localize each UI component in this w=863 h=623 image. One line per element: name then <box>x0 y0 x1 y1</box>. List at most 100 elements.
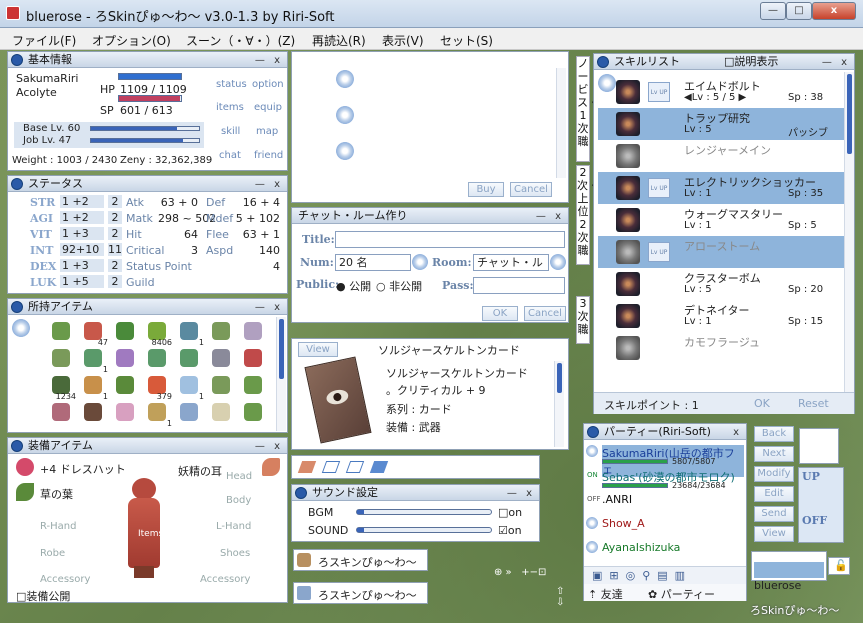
inventory-item[interactable]: 1 <box>178 375 204 401</box>
party-toolbar-icons[interactable]: ▣ ⊞ ◎ ⚲ ▤ ▥ <box>592 569 685 582</box>
link-option[interactable]: option <box>252 79 284 90</box>
link-equip[interactable]: equip <box>254 102 282 113</box>
panel-header[interactable]: チャット・ルーム作り — x <box>292 208 568 224</box>
tab-friends[interactable]: ⇡ 友達 <box>588 586 623 602</box>
window-controls[interactable]: — x <box>255 53 283 68</box>
equip-public-checkbox[interactable]: □装備公開 <box>16 588 70 604</box>
inventory-item[interactable] <box>50 402 72 424</box>
skill-row[interactable]: ウォーグマスタリー Lv : 1 Sp : 5 <box>598 204 848 236</box>
inventory-item[interactable] <box>210 375 232 397</box>
close-button[interactable]: x <box>812 2 856 20</box>
scroll-arrows[interactable]: ⇧ ⇩ <box>556 586 564 608</box>
card-slot-icon[interactable] <box>321 461 341 473</box>
stat-points[interactable]: 2 <box>108 275 122 288</box>
skin-button-2[interactable]: ろスキンぴゅ～わ～ <box>293 582 428 604</box>
inventory-item[interactable]: 1 <box>82 375 108 401</box>
bgm-slider[interactable] <box>356 509 492 515</box>
room-dropdown-icon[interactable] <box>550 254 566 270</box>
skill-row[interactable]: レンジャーメイン <box>598 140 848 172</box>
link-status[interactable]: status <box>216 79 247 90</box>
slot-body[interactable]: Body <box>226 495 251 506</box>
private-radio[interactable]: ○ 非公開 <box>376 278 422 294</box>
panel-header[interactable]: 基本情報 — x <box>8 52 287 68</box>
link-items[interactable]: items <box>216 102 244 113</box>
menu-reload[interactable]: 再読込(R) <box>312 32 366 49</box>
skill-reset-button[interactable]: Reset <box>798 397 829 410</box>
skill-row[interactable]: Lv UP アローストーム <box>598 236 848 268</box>
inventory-item[interactable] <box>50 321 72 343</box>
num-dropdown-icon[interactable] <box>412 254 428 270</box>
view-tab[interactable]: View <box>298 342 338 357</box>
inventory-item[interactable] <box>178 348 200 370</box>
password-input[interactable] <box>473 277 565 294</box>
party-member[interactable]: SakumaRiri(山岳の都市フェ 5807/5807 <box>584 444 744 477</box>
lv-up-button[interactable]: Lv UP <box>648 82 670 102</box>
inventory-item[interactable]: 8406 <box>146 321 172 347</box>
view-button[interactable]: View <box>754 526 794 542</box>
equip-head-mid[interactable]: 妖精の耳 <box>178 463 222 479</box>
room-select[interactable]: チャット・ルーム <box>473 254 549 271</box>
lv-up-button[interactable]: Lv UP <box>648 242 670 262</box>
menu-soon[interactable]: スーン（・∀・）(Z) <box>186 32 295 49</box>
skin-button-1[interactable]: ろスキンぴゅ～わ～ <box>293 549 428 571</box>
stat-points[interactable]: 11 <box>108 243 122 256</box>
maximize-button[interactable]: □ <box>786 2 812 20</box>
off-label[interactable]: OFF <box>802 514 827 527</box>
skill-ok-button[interactable]: OK <box>754 397 770 410</box>
inventory-scrollbar[interactable] <box>276 317 286 431</box>
party-member[interactable]: ON Sebas'(砂漠の都市モロク) 23684/23684 <box>584 468 744 492</box>
slot-r-hand[interactable]: R-Hand <box>40 521 76 532</box>
window-controls[interactable]: — x <box>822 55 850 70</box>
inventory-item[interactable] <box>114 321 136 343</box>
back-button[interactable]: Back <box>754 426 794 442</box>
skill-row[interactable]: トラップ研究 Lv : 5 パッシブ <box>598 108 848 140</box>
stat-points[interactable]: 2 <box>108 195 122 208</box>
inventory-item[interactable] <box>114 348 136 370</box>
inventory-item[interactable]: 1234 <box>50 375 76 401</box>
inventory-item[interactable] <box>82 402 104 424</box>
inventory-item[interactable] <box>242 402 264 424</box>
panel-header[interactable]: サウンド設定 — x <box>292 485 539 501</box>
inventory-item[interactable]: 47 <box>82 321 108 347</box>
inventory-item[interactable]: 379 <box>146 375 172 401</box>
link-map[interactable]: map <box>256 126 278 137</box>
skill-row[interactable]: Lv UP エレクトリックショッカー Lv : 1 Sp : 35 <box>598 172 848 204</box>
menu-view[interactable]: 表示(V) <box>382 32 424 49</box>
card-slot-icon[interactable] <box>369 461 389 473</box>
stat-points[interactable]: 2 <box>108 211 122 224</box>
menu-option[interactable]: オプション(O) <box>92 32 171 49</box>
skill-row[interactable]: Lv UP エイムドボルト ◀Lv : 5 / 5 ▶ Sp : 38 <box>598 76 848 108</box>
window-controls[interactable]: — x <box>536 209 564 224</box>
chat-cancel-button[interactable]: Cancel <box>524 306 566 321</box>
equip-ear-icon[interactable] <box>260 457 282 479</box>
cancel-button[interactable]: Cancel <box>510 182 552 197</box>
inventory-item[interactable] <box>210 402 232 424</box>
equip-head-top[interactable]: +4 ドレスハット <box>40 461 126 477</box>
inventory-item[interactable] <box>242 348 264 370</box>
tab-2nd[interactable]: 2次・上位2次職 <box>576 165 599 265</box>
zoom-controls[interactable]: ⊕ » +−⊡ <box>494 567 546 578</box>
slot-accessory-right[interactable]: Accessory <box>200 574 250 585</box>
party-member[interactable]: AyanaIshizuka <box>584 540 744 564</box>
window-controls[interactable]: x <box>733 425 742 440</box>
lv-up-button[interactable]: Lv UP <box>648 178 670 198</box>
bgm-on-checkbox[interactable]: □on <box>498 506 522 519</box>
minimize-button[interactable]: — <box>760 2 786 20</box>
slot-l-hand[interactable]: L-Hand <box>216 521 251 532</box>
send-button[interactable]: Send <box>754 506 794 522</box>
inventory-item[interactable] <box>178 402 200 424</box>
edit-button[interactable]: Edit <box>754 486 794 502</box>
slot-head[interactable]: Head <box>226 471 252 482</box>
inventory-item[interactable]: 1 <box>178 321 204 347</box>
sound-slider[interactable] <box>356 527 492 533</box>
stat-points[interactable]: 2 <box>108 227 122 240</box>
inventory-item[interactable] <box>242 375 264 397</box>
slot-robe[interactable]: Robe <box>40 548 65 559</box>
slot-accessory-left[interactable]: Accessory <box>40 574 90 585</box>
panel-header[interactable]: パーティー(Riri-Soft) x <box>584 424 746 440</box>
card-slot-icon[interactable] <box>345 461 365 473</box>
link-skill[interactable]: skill <box>221 126 240 137</box>
tab-party[interactable]: ✿ パーティー <box>648 586 715 602</box>
equip-leaf-icon[interactable] <box>14 482 36 504</box>
lock-button[interactable]: 🔓 <box>828 557 850 575</box>
